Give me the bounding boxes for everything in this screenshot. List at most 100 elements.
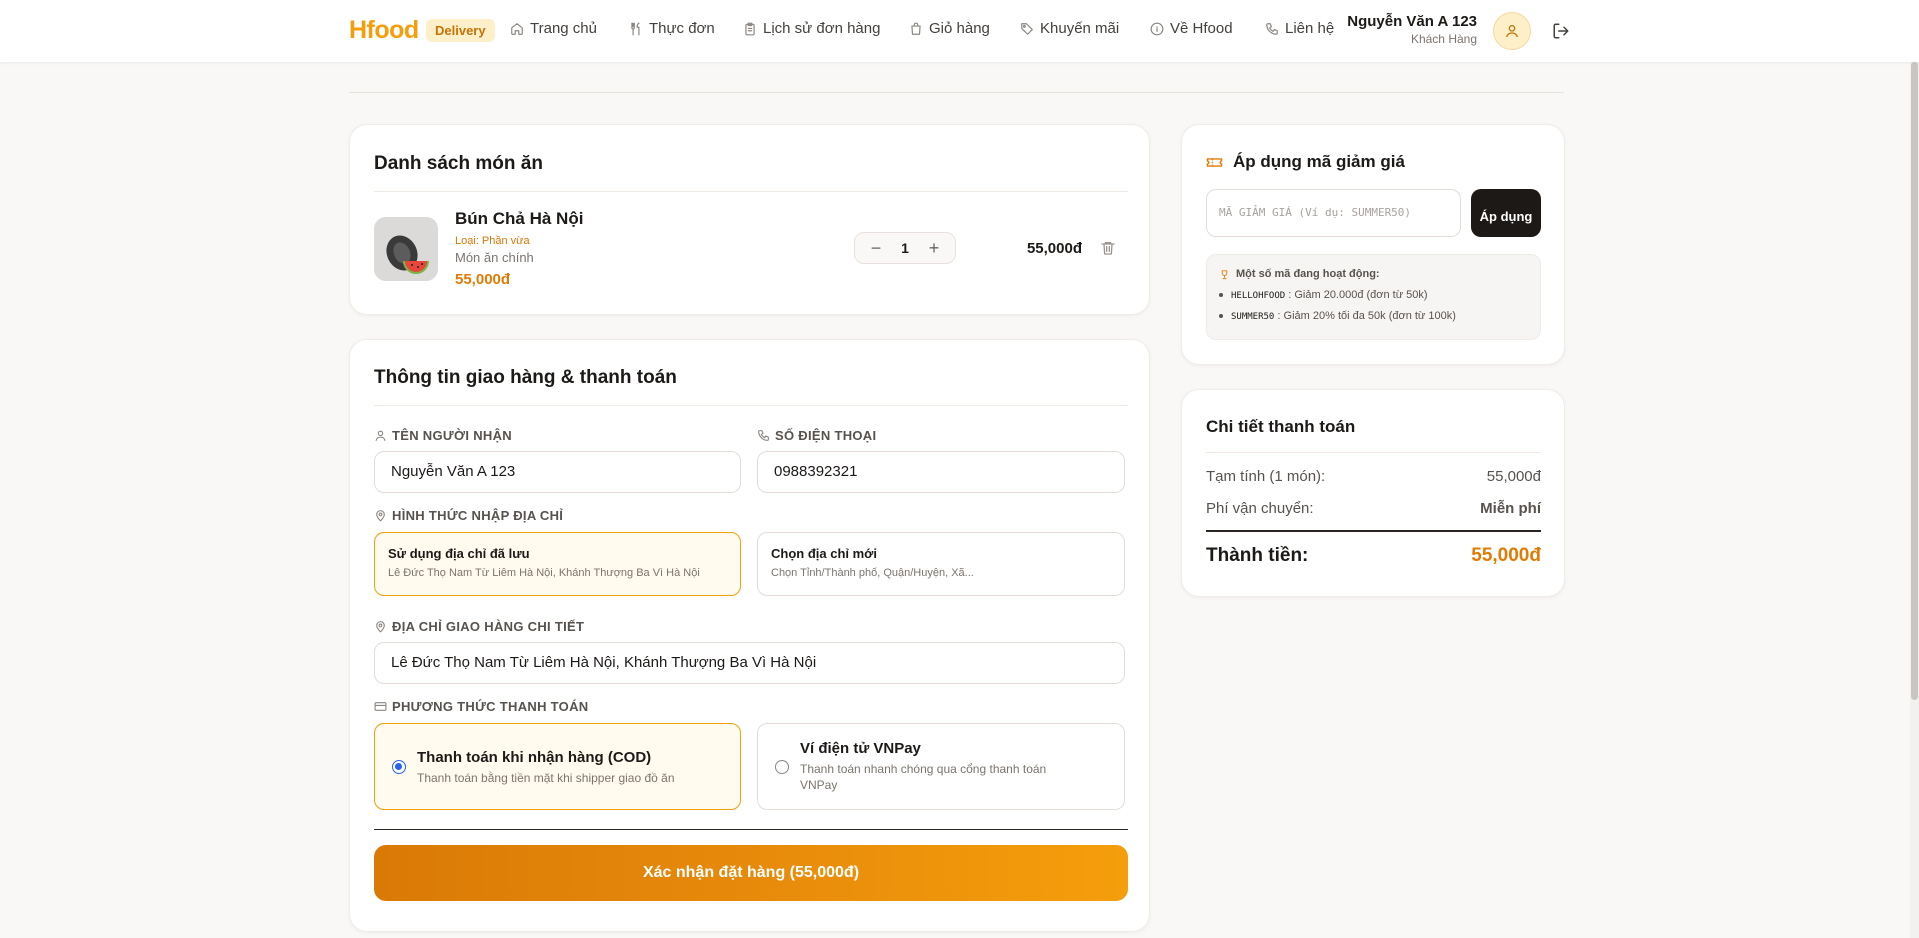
coupon-title: Áp dụng mã giảm giá <box>1233 152 1405 171</box>
user-icon <box>375 430 386 441</box>
logout-button[interactable] <box>1552 22 1570 40</box>
promo-header: Một số mã đang hoạt động: <box>1219 268 1380 280</box>
saved-address-text: Lê Đức Thọ Nam Từ Liêm Hà Nội, Khánh Thư… <box>388 567 700 579</box>
utensils-icon <box>631 22 640 35</box>
tag-icon <box>1021 22 1033 35</box>
section-divider <box>349 92 1564 93</box>
receiver-label: TÊN NGƯỜI NHẬN <box>374 428 512 443</box>
trash-icon <box>1101 242 1115 255</box>
total-value: 55,000đ <box>1471 545 1541 566</box>
food-category: Món ăn chính <box>455 250 534 265</box>
total-row: Thành tiền: 55,000đ <box>1206 545 1541 567</box>
coupon-code-input[interactable]: MÃ GIẢM GIÁ (Ví dụ: SUMMER50) <box>1206 189 1461 237</box>
phone-icon <box>758 430 769 441</box>
food-price: 55,000đ <box>455 271 511 288</box>
cart-title: Danh sách món ăn <box>374 153 543 174</box>
card-divider <box>374 191 1128 192</box>
quantity-stepper: − 1 + <box>854 232 956 264</box>
nav-item-home[interactable]: Trang chủ <box>510 20 597 37</box>
nav-item-label: Trang chủ <box>530 20 597 37</box>
cod-payment-option[interactable]: Thanh toán khi nhận hàng (COD) Thanh toá… <box>374 723 741 810</box>
nav-item-label: Thực đơn <box>649 20 715 37</box>
nav-item-contact[interactable]: Liên hệ <box>1265 20 1334 37</box>
delivery-badge: Delivery <box>426 19 495 42</box>
nav-item-label: Về Hfood <box>1170 20 1233 37</box>
page-scrollbar-thumb[interactable] <box>1911 62 1918 700</box>
address-detail-label: ĐỊA CHỈ GIAO HÀNG CHI TIẾT <box>374 619 584 634</box>
clipboard-icon <box>745 22 755 35</box>
nav-item-about[interactable]: Về Hfood <box>1150 20 1233 37</box>
nav-item-menu[interactable]: Thực đơn <box>629 20 715 37</box>
active-promos-box: Một số mã đang hoạt động: HELLOHFOOD : G… <box>1206 254 1541 340</box>
nav-item-label: Giỏ hàng <box>929 20 990 37</box>
payment-summary-card: Chi tiết thanh toán Tạm tính (1 món): 55… <box>1181 389 1565 597</box>
phone-input[interactable]: 0988392321 <box>757 451 1125 493</box>
address-detail-input[interactable]: Lê Đức Thọ Nam Từ Liêm Hà Nội, Khánh Thư… <box>374 642 1125 684</box>
nav-item-label: Liên hệ <box>1285 20 1335 37</box>
user-icon <box>1506 25 1518 38</box>
vnpay-radio[interactable] <box>775 760 789 774</box>
confirm-order-button[interactable]: Xác nhận đặt hàng (55,000đ) <box>374 845 1128 901</box>
trophy-icon <box>1221 269 1228 279</box>
food-image-graphic <box>374 217 438 281</box>
nav-item-order-history[interactable]: Lịch sử đơn hàng <box>743 20 880 37</box>
cart-card: Danh sách món ăn Bún Chả Hà Nội Loại: Ph… <box>349 124 1150 315</box>
cod-title: Thanh toán khi nhận hàng (COD) <box>417 749 652 766</box>
food-image[interactable] <box>374 217 438 281</box>
ticket-icon <box>1206 157 1223 167</box>
card-divider <box>374 405 1128 406</box>
receiver-name-input[interactable]: Nguyễn Văn A 123 <box>374 451 741 493</box>
new-address-option[interactable]: Chọn địa chỉ mới Chọn Tỉnh/Thành phố, Qu… <box>757 532 1125 596</box>
subtotal-value: 55,000đ <box>1486 468 1541 485</box>
home-icon <box>511 22 523 35</box>
remove-item-button[interactable] <box>1100 240 1116 256</box>
coupon-header: Áp dụng mã giảm giá <box>1206 152 1405 172</box>
cod-radio[interactable] <box>392 760 406 774</box>
saved-address-option[interactable]: Sử dụng địa chỉ đã lưu Lê Đức Thọ Nam Từ… <box>374 532 741 596</box>
promo-item: HELLOHFOOD : Giảm 20.000đ (đơn từ 50k) <box>1219 289 1428 301</box>
receiver-label-text: TÊN NGƯỜI NHẬN <box>392 428 512 443</box>
user-info: Nguyễn Văn A 123 Khách Hàng <box>1347 13 1477 46</box>
cod-description: Thanh toán bằng tiền mặt khi shipper gia… <box>417 771 675 785</box>
payment-method-label: PHƯƠNG THỨC THANH TOÁN <box>374 699 588 714</box>
promo-description: : Giảm 20% tối đa 50k (đơn từ 100k) <box>1277 310 1456 322</box>
brand-logo[interactable]: Hfood <box>349 16 419 45</box>
promo-header-text: Một số mã đang hoạt động: <box>1236 268 1380 280</box>
phone-label: SỐ ĐIỆN THOẠI <box>757 428 876 443</box>
new-address-title: Chọn địa chỉ mới <box>771 546 878 561</box>
promo-description: : Giảm 20.000đ (đơn từ 50k) <box>1288 289 1428 301</box>
card-divider <box>1206 452 1541 453</box>
line-total: 55,000đ <box>1026 240 1082 257</box>
apply-coupon-button[interactable]: Áp dụng <box>1471 189 1541 237</box>
saved-address-title: Sử dụng địa chỉ đã lưu <box>388 546 530 561</box>
address-mode-label: HÌNH THỨC NHẬP ĐỊA CHỈ <box>374 508 563 523</box>
coupon-card: Áp dụng mã giảm giá MÃ GIẢM GIÁ (Ví dụ: … <box>1181 124 1565 365</box>
info-icon <box>1150 22 1164 35</box>
new-address-hint: Chọn Tỉnh/Thành phố, Quận/Huyện, Xã... <box>771 567 974 579</box>
total-label: Thành tiền: <box>1206 545 1309 566</box>
promo-item: SUMMER50 : Giảm 20% tối đa 50k (đơn từ 1… <box>1219 310 1456 322</box>
avatar[interactable] <box>1493 12 1531 50</box>
food-portion: Loại: Phần vừa <box>455 235 530 247</box>
shipping-fee-value: Miễn phí <box>1480 500 1541 517</box>
confirm-divider <box>374 829 1128 830</box>
nav-item-cart[interactable]: Giỏ hàng <box>909 20 990 37</box>
nav-item-promotions[interactable]: Khuyến mãi <box>1020 20 1119 37</box>
food-name: Bún Chả Hà Nội <box>455 209 584 228</box>
nav-item-label: Khuyến mãi <box>1040 20 1120 37</box>
user-role: Khách Hàng <box>1410 32 1477 46</box>
total-divider <box>1206 530 1541 532</box>
subtotal-label: Tạm tính (1 món): <box>1206 468 1326 485</box>
vnpay-description: Thanh toán nhanh chóng qua cổng thanh to… <box>800 762 1047 792</box>
shipping-card: Thông tin giao hàng & thanh toán TÊN NGƯ… <box>349 339 1150 932</box>
user-name: Nguyễn Văn A 123 <box>1347 13 1477 30</box>
promo-code: HELLOHFOOD <box>1231 291 1286 301</box>
nav-item-label: Lịch sử đơn hàng <box>763 20 881 37</box>
subtotal-row: Tạm tính (1 món): 55,000đ <box>1206 468 1541 485</box>
shopping-bag-icon <box>911 22 921 35</box>
vnpay-title: Ví điện tử VNPay <box>800 740 921 757</box>
map-pin-icon <box>376 621 385 633</box>
increase-quantity-button[interactable]: + <box>923 237 945 259</box>
vnpay-payment-option[interactable]: Ví điện tử VNPay Thanh toán nhanh chóng … <box>757 723 1125 810</box>
payment-method-label-text: PHƯƠNG THỨC THANH TOÁN <box>392 699 589 714</box>
